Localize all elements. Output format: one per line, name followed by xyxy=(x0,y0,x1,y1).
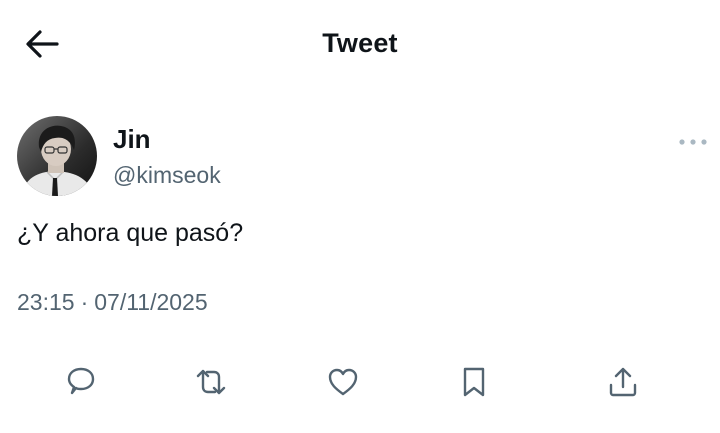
share-icon xyxy=(609,367,637,397)
more-horizontal-icon xyxy=(679,139,707,145)
timestamp-separator: · xyxy=(80,289,89,315)
page-title: Tweet xyxy=(322,28,398,58)
tweet-timestamp[interactable]: 23:15 · 07/11/2025 xyxy=(17,289,208,316)
author-handle[interactable]: @kimseok xyxy=(113,162,221,189)
tweet-time: 23:15 xyxy=(17,289,75,315)
tweet-text: ¿Y ahora que pasó? xyxy=(17,219,244,247)
retweet-icon xyxy=(196,369,226,395)
tweet-detail-screen: Tweet Jin @kimseok ¿Y ahora que pasó? 23… xyxy=(0,0,720,433)
bookmark-icon xyxy=(463,367,485,397)
profile-photo xyxy=(17,116,97,196)
share-button[interactable] xyxy=(601,360,645,404)
author-display-name[interactable]: Jin xyxy=(113,124,151,155)
like-icon xyxy=(328,368,358,396)
retweet-button[interactable] xyxy=(189,360,233,404)
like-button[interactable] xyxy=(321,360,365,404)
bookmark-button[interactable] xyxy=(452,360,496,404)
reply-button[interactable] xyxy=(59,360,103,404)
avatar[interactable] xyxy=(17,116,97,196)
tweet-action-bar xyxy=(0,360,720,404)
reply-icon xyxy=(67,367,95,395)
more-options-button[interactable] xyxy=(676,130,710,154)
tweet-date: 07/11/2025 xyxy=(94,289,208,315)
